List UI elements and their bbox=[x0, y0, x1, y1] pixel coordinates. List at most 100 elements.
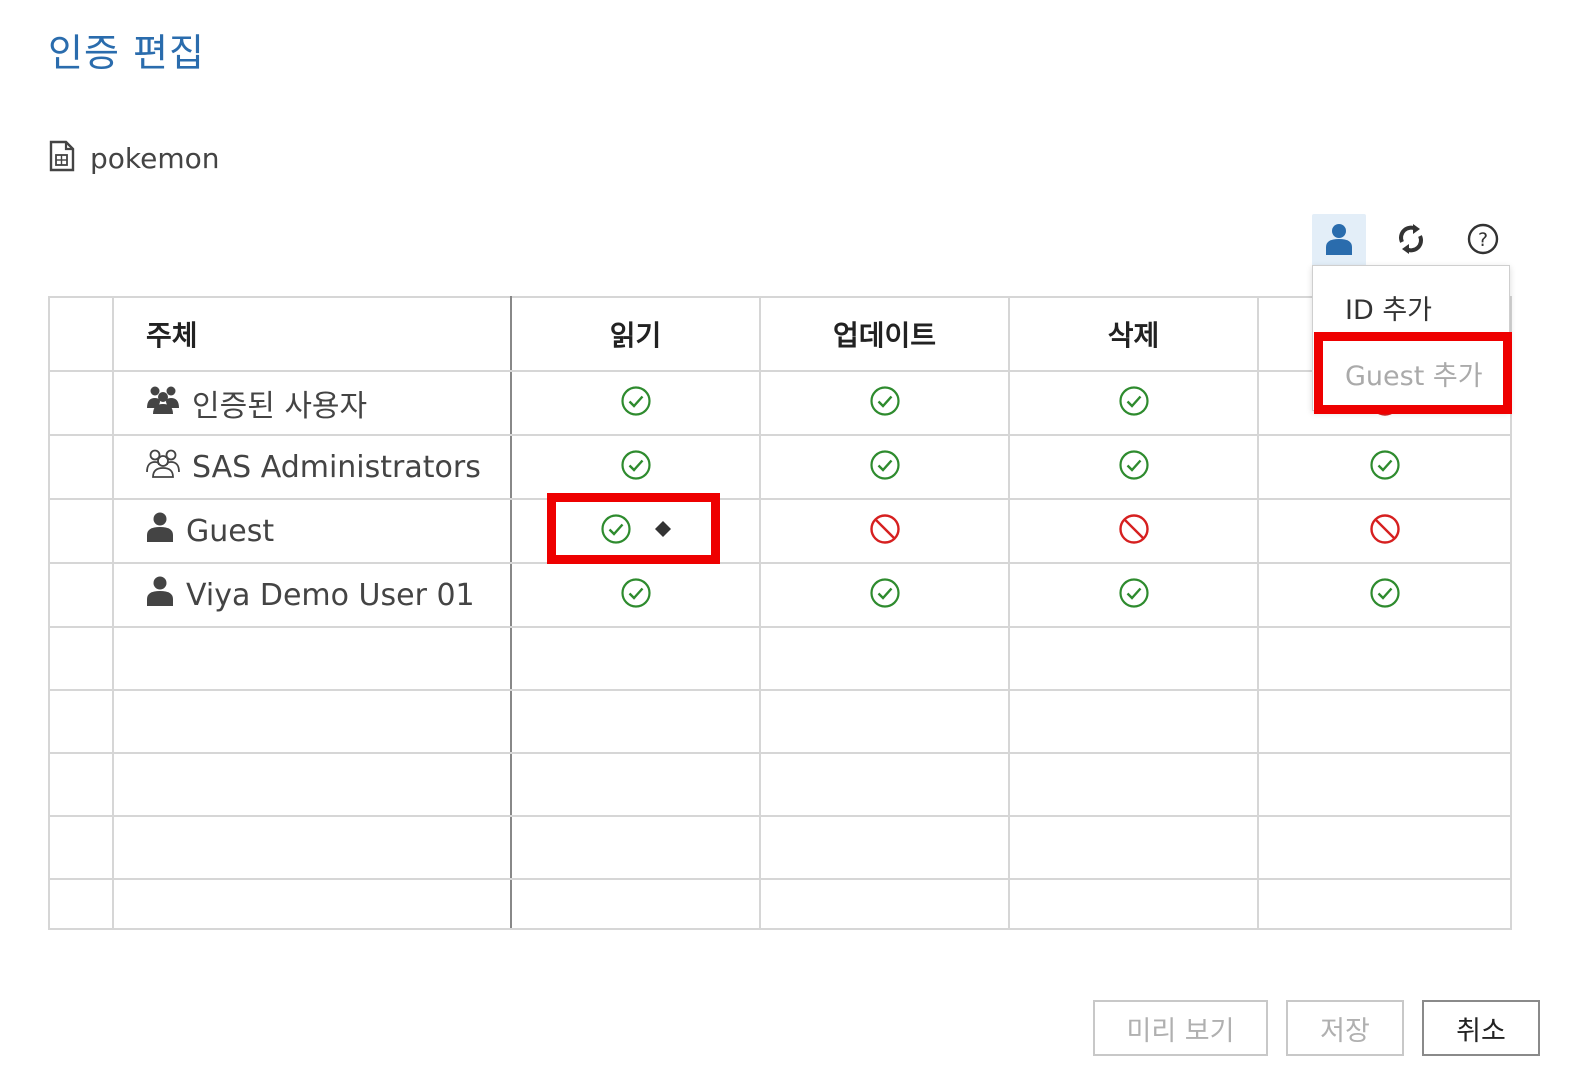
permission-cell-read[interactable] bbox=[510, 498, 761, 564]
empty-cell bbox=[510, 752, 761, 817]
deny-icon bbox=[1118, 513, 1150, 549]
empty-cell bbox=[759, 878, 1010, 930]
permission-cell-delete[interactable] bbox=[1008, 562, 1259, 628]
permission-cell-update[interactable] bbox=[759, 498, 1010, 564]
row-select-cell[interactable] bbox=[48, 562, 114, 628]
permission-cell-fourth[interactable] bbox=[1257, 434, 1512, 500]
empty-cell bbox=[1008, 626, 1259, 691]
permission-cell-update[interactable] bbox=[759, 434, 1010, 500]
permission-cell-delete[interactable] bbox=[1008, 498, 1259, 564]
empty-cell bbox=[510, 626, 761, 691]
permission-cell-read[interactable] bbox=[510, 562, 761, 628]
add-identity-icon bbox=[1324, 222, 1354, 260]
permission-cell-fourth[interactable] bbox=[1257, 562, 1512, 628]
empty-cell bbox=[759, 689, 1010, 754]
row-select-cell[interactable] bbox=[48, 370, 114, 436]
empty-cell bbox=[48, 689, 114, 754]
table-header-row: 주체 읽기 업데이트 삭제 bbox=[48, 296, 1512, 372]
svg-text:?: ? bbox=[1478, 229, 1488, 251]
deny-icon bbox=[869, 513, 901, 549]
edit-authorization-dialog: 인증 편집 pokemon ? ID 추가 Guest 추가 주체 읽기 업데이… bbox=[0, 0, 1578, 1068]
grant-icon bbox=[620, 577, 652, 613]
empty-cell bbox=[1008, 689, 1259, 754]
empty-cell bbox=[1257, 878, 1512, 930]
subject-name: SAS Administrators bbox=[192, 449, 481, 485]
empty-row bbox=[48, 815, 1512, 880]
empty-row bbox=[48, 878, 1512, 930]
empty-cell bbox=[510, 815, 761, 880]
user-icon bbox=[146, 511, 174, 551]
menu-item-add-guest[interactable]: Guest 추가 bbox=[1313, 340, 1509, 406]
grant-icon bbox=[1369, 577, 1401, 613]
subject-name: 인증된 사용자 bbox=[192, 389, 368, 424]
row-select-cell[interactable] bbox=[48, 498, 114, 564]
grant-icon bbox=[620, 449, 652, 485]
header-delete: 삭제 bbox=[1008, 296, 1259, 372]
refresh-icon bbox=[1394, 222, 1428, 260]
subject-cell: Viya Demo User 01 bbox=[112, 562, 512, 628]
empty-cell bbox=[48, 878, 114, 930]
grant-icon bbox=[620, 385, 652, 421]
table-row[interactable]: SAS Administrators bbox=[48, 434, 1512, 500]
diamond-icon bbox=[654, 520, 672, 542]
permission-cell-fourth[interactable] bbox=[1257, 498, 1512, 564]
empty-cell bbox=[48, 815, 114, 880]
empty-cell bbox=[510, 878, 761, 930]
refresh-button[interactable] bbox=[1384, 214, 1438, 268]
empty-cell bbox=[1257, 689, 1512, 754]
preview-button[interactable]: 미리 보기 bbox=[1093, 1000, 1268, 1056]
object-name: pokemon bbox=[90, 141, 220, 175]
dialog-footer: 미리 보기 저장 취소 bbox=[1093, 1000, 1540, 1056]
table-row[interactable]: Guest bbox=[48, 498, 1512, 564]
permission-cell-read[interactable] bbox=[510, 434, 761, 500]
permissions-table: 주체 읽기 업데이트 삭제 인증된 사용자 SAS Administrators G… bbox=[48, 296, 1512, 930]
permission-cell-delete[interactable] bbox=[1008, 434, 1259, 500]
empty-cell bbox=[112, 689, 512, 754]
permission-cell-update[interactable] bbox=[759, 562, 1010, 628]
grant-icon bbox=[1118, 577, 1150, 613]
table-row[interactable]: Viya Demo User 01 bbox=[48, 562, 1512, 628]
table-row[interactable]: 인증된 사용자 bbox=[48, 370, 1512, 436]
help-button[interactable]: ? bbox=[1456, 214, 1510, 268]
grant-icon bbox=[869, 577, 901, 613]
subject-name: Guest bbox=[186, 513, 275, 549]
header-update: 업데이트 bbox=[759, 296, 1010, 372]
subject-cell: 인증된 사용자 bbox=[112, 370, 512, 436]
empty-cell bbox=[112, 815, 512, 880]
empty-cell bbox=[510, 689, 761, 754]
empty-cell bbox=[1008, 815, 1259, 880]
header-read: 읽기 bbox=[510, 296, 761, 372]
empty-row bbox=[48, 626, 1512, 691]
empty-cell bbox=[1008, 752, 1259, 817]
empty-cell bbox=[1008, 878, 1259, 930]
header-subject: 주체 bbox=[112, 296, 512, 372]
help-icon: ? bbox=[1466, 222, 1500, 260]
add-identity-menu: ID 추가 Guest 추가 bbox=[1312, 265, 1510, 411]
row-select-cell[interactable] bbox=[48, 434, 114, 500]
menu-item-add-id[interactable]: ID 추가 bbox=[1313, 274, 1509, 340]
authenticated-users-icon bbox=[146, 384, 180, 422]
empty-cell bbox=[1257, 626, 1512, 691]
add-identity-button[interactable] bbox=[1312, 214, 1366, 268]
grant-icon bbox=[600, 513, 632, 549]
permission-cell-update[interactable] bbox=[759, 370, 1010, 436]
permission-cell-delete[interactable] bbox=[1008, 370, 1259, 436]
user-icon bbox=[146, 575, 174, 615]
empty-cell bbox=[112, 626, 512, 691]
empty-cell bbox=[112, 878, 512, 930]
save-button[interactable]: 저장 bbox=[1286, 1000, 1404, 1056]
subject-name: Viya Demo User 01 bbox=[186, 577, 475, 613]
grant-icon bbox=[869, 449, 901, 485]
grant-icon bbox=[869, 385, 901, 421]
dialog-title: 인증 편집 bbox=[48, 31, 205, 75]
group-icon bbox=[146, 448, 180, 486]
subject-cell: Guest bbox=[112, 498, 512, 564]
empty-cell bbox=[48, 626, 114, 691]
empty-cell bbox=[1257, 752, 1512, 817]
empty-row bbox=[48, 752, 1512, 817]
object-row: pokemon bbox=[48, 140, 220, 176]
cancel-button[interactable]: 취소 bbox=[1422, 1000, 1540, 1056]
toolbar: ? bbox=[1312, 214, 1510, 268]
permission-cell-read[interactable] bbox=[510, 370, 761, 436]
empty-cell bbox=[112, 752, 512, 817]
